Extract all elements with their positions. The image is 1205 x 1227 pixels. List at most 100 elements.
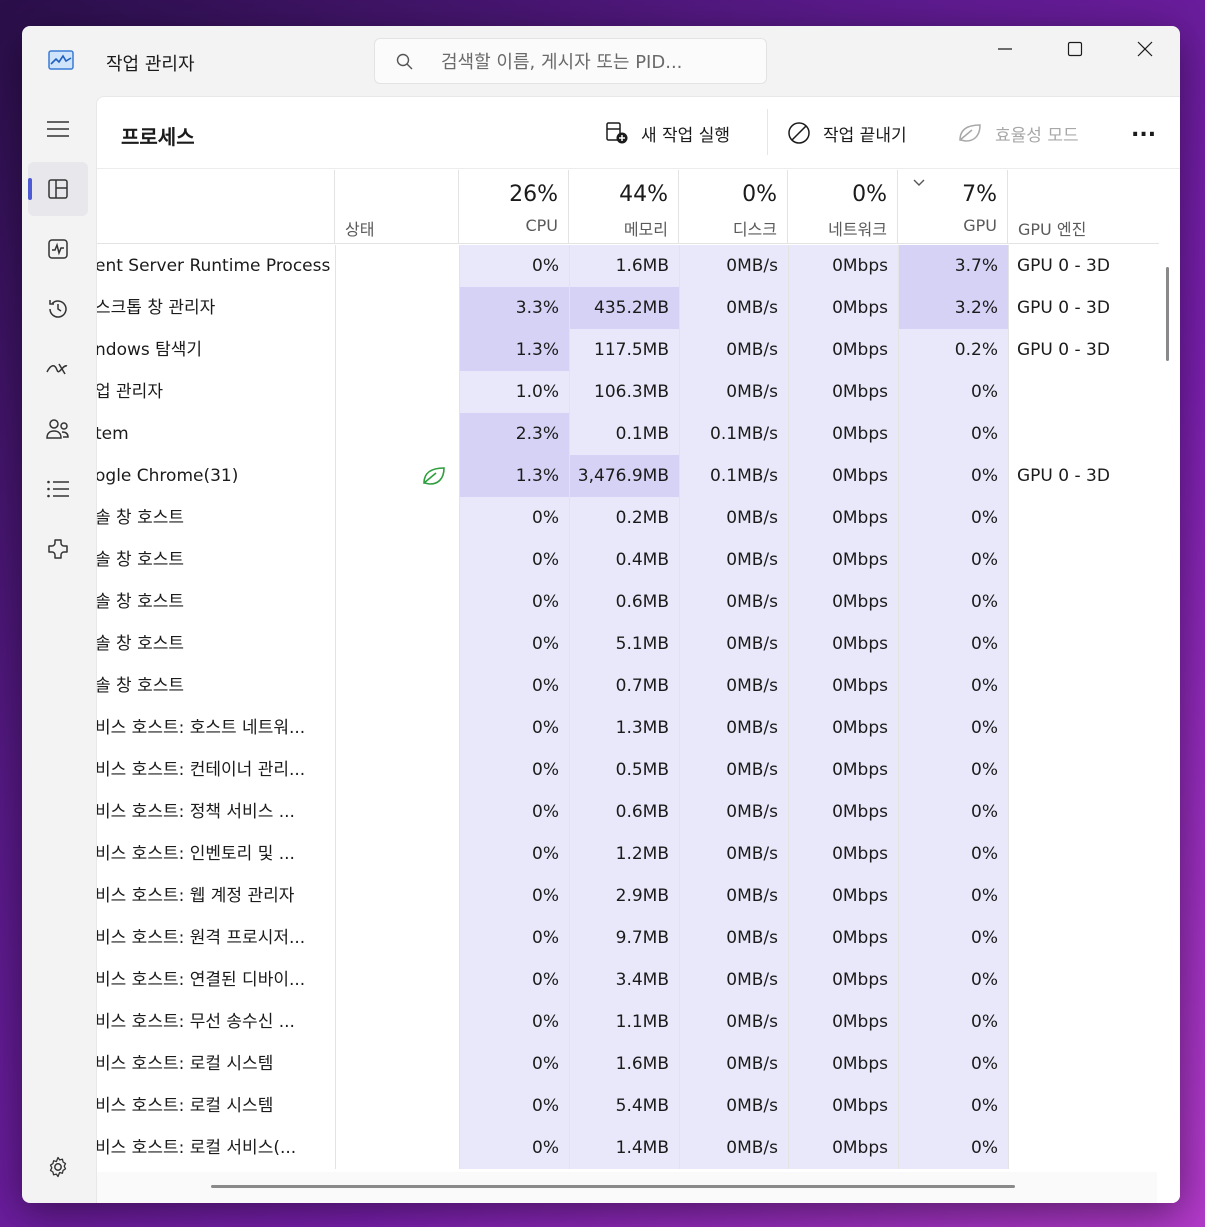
horizontal-scrollbar[interactable] [211,1185,1015,1188]
memory-cell: 1.3MB [569,707,679,749]
disk-cell: 0MB/s [679,371,788,413]
table-row[interactable]: 비스 호스트: 로컬 시스템 0% 1.6MB 0MB/s 0Mbps 0% [97,1043,1159,1085]
table-row[interactable]: 비스 호스트: 무선 송수신 ... 0% 1.1MB 0MB/s 0Mbps 0% [97,1001,1159,1043]
gpu-cell: 0% [898,1043,1008,1085]
column-divider [788,245,789,1169]
nav-item-performance[interactable] [28,222,88,276]
network-cell: 0Mbps [788,245,898,287]
disk-cell: 0MB/s [679,1085,788,1127]
disk-cell: 0MB/s [679,707,788,749]
table-row[interactable]: ndows 탐색기 1.3% 117.5MB 0MB/s 0Mbps 0.2% GPU 0 … [97,329,1159,371]
status-cell [335,413,459,455]
column-header-cpu[interactable]: 26% CPU [459,170,569,244]
table-row[interactable]: 솔 창 호스트 0% 5.1MB 0MB/s 0Mbps 0% [97,623,1159,665]
end-task-button[interactable]: 작업 끝내기 [787,113,907,153]
search-input[interactable] [441,49,751,75]
disk-cell: 0MB/s [679,245,788,287]
table-row[interactable]: tem 2.3% 0.1MB 0.1MB/s 0Mbps 0% [97,413,1159,455]
column-header-disk[interactable]: 0% 디스크 [679,170,788,244]
more-options-button[interactable]: ... [1131,109,1156,149]
cpu-cell: 0% [459,959,569,1001]
table-row[interactable]: ent Server Runtime Process 0% 1.6MB 0MB/s 0M… [97,245,1159,287]
table-body: ent Server Runtime Process 0% 1.6MB 0MB/s 0M… [97,245,1159,1169]
table-row[interactable]: 업 관리자 1.0% 106.3MB 0MB/s 0Mbps 0% [97,371,1159,413]
nav-item-services[interactable] [28,522,88,576]
close-button[interactable] [1110,26,1180,72]
app-history-icon [49,300,67,318]
cpu-cell: 2.3% [459,413,569,455]
memory-cell: 9.7MB [569,917,679,959]
gpu-engine-cell [1008,833,1159,875]
gpu-engine-cell [1008,497,1159,539]
gpu-engine-cell [1008,539,1159,581]
task-manager-app-icon [48,50,74,70]
network-cell: 0Mbps [788,875,898,917]
gpu-engine-cell [1008,623,1159,665]
run-new-task-button[interactable]: 새 작업 실행 [605,113,730,153]
status-cell [335,749,459,791]
run-new-task-label: 새 작업 실행 [641,125,731,146]
nav-item-processes[interactable] [28,162,88,216]
table-row[interactable]: 비스 호스트: 웹 계정 관리자 0% 2.9MB 0MB/s 0Mbps 0% [97,875,1159,917]
table-header: 상태 26% CPU 44% 메모리 0% 디스크 0% 네트워크 7% GPU… [97,170,1159,244]
table-row[interactable]: 비스 호스트: 인벤토리 및 ... 0% 1.2MB 0MB/s 0Mbps 0% [97,833,1159,875]
network-cell: 0Mbps [788,455,898,497]
table-row[interactable]: ogle Chrome(31) 1.3% 3,476.9MB 0.1MB/s 0Mbps… [97,455,1159,497]
gpu-cell: 0% [898,581,1008,623]
search-box[interactable] [374,38,767,84]
column-header-gpu[interactable]: 7% GPU [898,170,1008,244]
efficiency-mode-button[interactable]: 효율성 모드 [957,113,1079,153]
status-cell [335,539,459,581]
network-cell: 0Mbps [788,287,898,329]
status-cell [335,623,459,665]
cpu-cell: 0% [459,581,569,623]
table-row[interactable]: 비스 호스트: 원격 프로시저... 0% 9.7MB 0MB/s 0Mbps 0% [97,917,1159,959]
table-row[interactable]: 솔 창 호스트 0% 0.7MB 0MB/s 0Mbps 0% [97,665,1159,707]
column-header-name[interactable] [97,170,335,244]
cpu-cell: 0% [459,497,569,539]
disk-cell: 0MB/s [679,1043,788,1085]
column-header-network[interactable]: 0% 네트워크 [788,170,898,244]
table-row[interactable]: 비스 호스트: 로컬 시스템 0% 5.4MB 0MB/s 0Mbps 0% [97,1085,1159,1127]
cpu-cell: 0% [459,623,569,665]
gpu-engine-cell [1008,875,1159,917]
table-row[interactable]: 솔 창 호스트 0% 0.6MB 0MB/s 0Mbps 0% [97,581,1159,623]
nav-menu-button[interactable] [28,102,88,156]
maximize-button[interactable] [1040,26,1110,72]
vertical-scrollbar[interactable] [1166,267,1169,361]
minimize-button[interactable] [970,26,1040,72]
table-row[interactable]: 비스 호스트: 호스트 네트워... 0% 1.3MB 0MB/s 0Mbps 0% [97,707,1159,749]
cpu-total: 26% [509,182,558,207]
table-row[interactable]: 비스 호스트: 연결된 디바이... 0% 3.4MB 0MB/s 0Mbps 0% [97,959,1159,1001]
table-row[interactable]: 스크톱 창 관리자 3.3% 435.2MB 0MB/s 0Mbps 3.2% GPU 0 … [97,287,1159,329]
gpu-engine-cell [1008,707,1159,749]
table-row[interactable]: 솔 창 호스트 0% 0.2MB 0MB/s 0Mbps 0% [97,497,1159,539]
nav-item-app-history[interactable] [28,282,88,336]
memory-cell: 106.3MB [569,371,679,413]
column-header-status[interactable]: 상태 [335,170,459,244]
gpu-cell: 0% [898,1127,1008,1169]
process-name: 솔 창 호스트 [97,634,185,654]
table-row[interactable]: 비스 호스트: 컨테이너 관리... 0% 0.5MB 0MB/s 0Mbps 0% [97,749,1159,791]
gpu-cell: 3.2% [898,287,1008,329]
nav-item-startup-apps[interactable] [28,342,88,396]
nav-item-users[interactable] [28,402,88,456]
nav-item-details[interactable] [28,462,88,516]
gpu-cell: 0% [898,497,1008,539]
memory-cell: 1.6MB [569,245,679,287]
network-total: 0% [852,182,887,207]
column-header-memory[interactable]: 44% 메모리 [569,170,679,244]
table-row[interactable]: 비스 호스트: 로컬 서비스(... 0% 1.4MB 0MB/s 0Mbps 0% [97,1127,1159,1169]
cpu-cell: 3.3% [459,287,569,329]
table-row[interactable]: 비스 호스트: 정책 서비스 ... 0% 0.6MB 0MB/s 0Mbps 0% [97,791,1159,833]
nav-item-settings[interactable] [28,1140,88,1194]
process-name: 비스 호스트: 로컬 시스템 [97,1096,274,1116]
network-cell: 0Mbps [788,1085,898,1127]
cpu-cell: 0% [459,1085,569,1127]
more-icon: ... [1131,116,1157,142]
process-name: 업 관리자 [97,382,163,402]
column-header-gpu-engine[interactable]: GPU 엔진 [1008,170,1159,244]
column-divider [569,245,570,1169]
network-cell: 0Mbps [788,497,898,539]
table-row[interactable]: 솔 창 호스트 0% 0.4MB 0MB/s 0Mbps 0% [97,539,1159,581]
